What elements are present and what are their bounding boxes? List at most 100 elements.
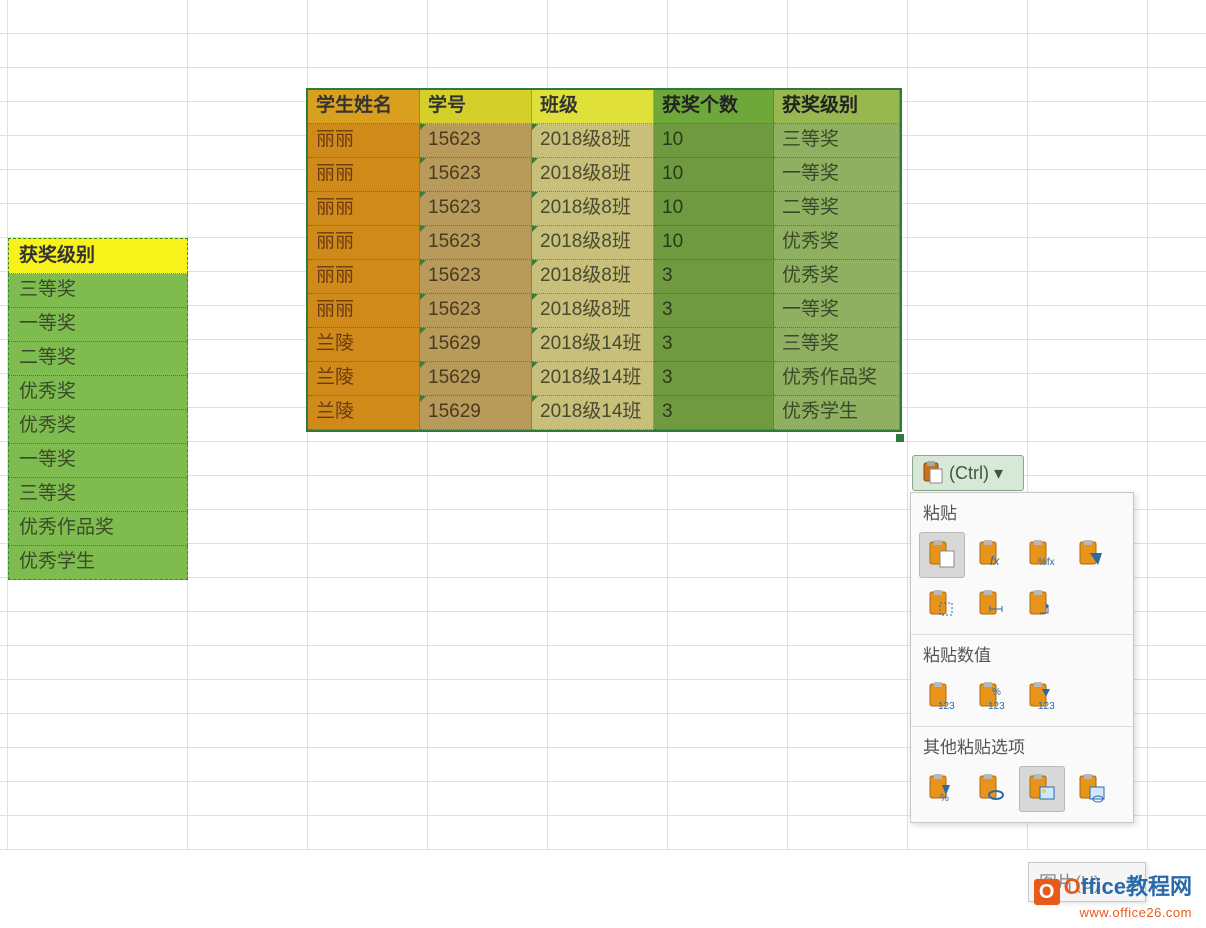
paste-values-123-icon[interactable]: 123 <box>919 674 965 720</box>
cell-cnt[interactable]: 10 <box>654 124 774 158</box>
cell-lvl[interactable]: 优秀奖 <box>774 226 900 260</box>
cell-name[interactable]: 丽丽 <box>308 226 420 260</box>
cell-id[interactable]: 15629 <box>420 396 532 430</box>
cell-name[interactable]: 丽丽 <box>308 158 420 192</box>
col-header-class[interactable]: 班级 <box>532 90 654 124</box>
paste-values-fmt-123-icon[interactable]: 123% <box>969 674 1015 720</box>
paste-special-icon[interactable]: % <box>919 766 965 812</box>
cell-cls[interactable]: 2018级8班 <box>532 192 654 226</box>
cell-lvl[interactable]: 一等奖 <box>774 294 900 328</box>
paste-fx-icon[interactable]: fx <box>969 532 1015 578</box>
cell-cls[interactable]: 2018级14班 <box>532 362 654 396</box>
cell-name[interactable]: 兰陵 <box>308 362 420 396</box>
table-row[interactable]: 兰陵156292018级14班3优秀学生 <box>308 396 900 430</box>
copied-cell[interactable]: 一等奖 <box>8 444 188 478</box>
copied-cell[interactable]: 二等奖 <box>8 342 188 376</box>
col-header-id[interactable]: 学号 <box>420 90 532 124</box>
pasted-table[interactable]: 学生姓名 学号 班级 获奖个数 获奖级别 丽丽156232018级8班10三等奖… <box>306 88 902 432</box>
cell-cnt[interactable]: 10 <box>654 192 774 226</box>
cell-lvl[interactable]: 优秀作品奖 <box>774 362 900 396</box>
copied-header-cell[interactable]: 获奖级别 <box>8 238 188 274</box>
cell-cls[interactable]: 2018级8班 <box>532 124 654 158</box>
paste-formatting-icon[interactable] <box>1069 532 1115 578</box>
cell-cls[interactable]: 2018级8班 <box>532 226 654 260</box>
copied-cell[interactable]: 优秀奖 <box>8 410 188 444</box>
cell-lvl[interactable]: 三等奖 <box>774 328 900 362</box>
svg-text:123: 123 <box>1038 701 1055 712</box>
cell-lvl[interactable]: 三等奖 <box>774 124 900 158</box>
paste-noborder-icon[interactable] <box>919 582 965 628</box>
paste-options-label: (Ctrl) ▾ <box>949 463 1003 484</box>
table-row[interactable]: 丽丽156232018级8班3一等奖 <box>308 294 900 328</box>
cell-id[interactable]: 15623 <box>420 226 532 260</box>
table-row[interactable]: 丽丽156232018级8班3优秀奖 <box>308 260 900 294</box>
cell-name[interactable]: 兰陵 <box>308 396 420 430</box>
col-header-name[interactable]: 学生姓名 <box>308 90 420 124</box>
cell-cls[interactable]: 2018级14班 <box>532 396 654 430</box>
paste-icon[interactable] <box>919 532 965 578</box>
cell-cnt[interactable]: 10 <box>654 226 774 260</box>
copied-cell[interactable]: 优秀学生 <box>8 546 188 580</box>
paste-colwidth-icon[interactable] <box>969 582 1015 628</box>
cell-name[interactable]: 丽丽 <box>308 294 420 328</box>
paste-picture-icon[interactable] <box>1019 766 1065 812</box>
cell-id[interactable]: 15623 <box>420 124 532 158</box>
cell-cnt[interactable]: 3 <box>654 396 774 430</box>
flyout-section-other: 其他粘贴选项 <box>911 726 1133 762</box>
paste-options-button[interactable]: (Ctrl) ▾ <box>912 455 1024 491</box>
cell-cnt[interactable]: 3 <box>654 362 774 396</box>
table-row[interactable]: 丽丽156232018级8班10三等奖 <box>308 124 900 158</box>
svg-text:%fx: %fx <box>1038 557 1055 568</box>
clipboard-icon <box>921 461 943 485</box>
copied-range[interactable]: 获奖级别 三等奖一等奖二等奖优秀奖优秀奖一等奖三等奖优秀作品奖优秀学生 <box>8 238 188 580</box>
cell-id[interactable]: 15623 <box>420 294 532 328</box>
cell-id[interactable]: 15623 <box>420 158 532 192</box>
selection-handle[interactable] <box>896 434 904 442</box>
paste-link-icon[interactable] <box>969 766 1015 812</box>
cell-cnt[interactable]: 10 <box>654 158 774 192</box>
cell-lvl[interactable]: 一等奖 <box>774 158 900 192</box>
copied-cell[interactable]: 优秀奖 <box>8 376 188 410</box>
cell-lvl[interactable]: 二等奖 <box>774 192 900 226</box>
cell-id[interactable]: 15629 <box>420 328 532 362</box>
cell-lvl[interactable]: 优秀学生 <box>774 396 900 430</box>
paste-pctfx-icon[interactable]: %fx <box>1019 532 1065 578</box>
cell-id[interactable]: 15623 <box>420 192 532 226</box>
svg-text:123: 123 <box>938 701 955 712</box>
cell-name[interactable]: 丽丽 <box>308 192 420 226</box>
table-row[interactable]: 兰陵156292018级14班3优秀作品奖 <box>308 362 900 396</box>
cell-cls[interactable]: 2018级8班 <box>532 294 654 328</box>
paste-linked-picture-icon[interactable] <box>1069 766 1115 812</box>
svg-text:%: % <box>940 793 949 804</box>
svg-text:fx: fx <box>990 554 1000 568</box>
cell-name[interactable]: 兰陵 <box>308 328 420 362</box>
col-header-count[interactable]: 获奖个数 <box>654 90 774 124</box>
cell-cnt[interactable]: 3 <box>654 260 774 294</box>
table-row[interactable]: 丽丽156232018级8班10一等奖 <box>308 158 900 192</box>
copied-cell[interactable]: 优秀作品奖 <box>8 512 188 546</box>
cell-id[interactable]: 15623 <box>420 260 532 294</box>
table-row[interactable]: 丽丽156232018级8班10优秀奖 <box>308 226 900 260</box>
cell-lvl[interactable]: 优秀奖 <box>774 260 900 294</box>
watermark: OOffice教程网 www.office26.com <box>1034 869 1192 920</box>
paste-transpose-icon[interactable] <box>1019 582 1065 628</box>
cell-cls[interactable]: 2018级8班 <box>532 260 654 294</box>
table-row[interactable]: 兰陵156292018级14班3三等奖 <box>308 328 900 362</box>
cell-cnt[interactable]: 3 <box>654 294 774 328</box>
cell-cls[interactable]: 2018级14班 <box>532 328 654 362</box>
copied-cell[interactable]: 三等奖 <box>8 274 188 308</box>
copied-cell[interactable]: 三等奖 <box>8 478 188 512</box>
cell-id[interactable]: 15629 <box>420 362 532 396</box>
flyout-section-paste: 粘贴 <box>911 493 1133 528</box>
table-row[interactable]: 丽丽156232018级8班10二等奖 <box>308 192 900 226</box>
paste-options-flyout: 粘贴 fx%fx 粘贴数值 123123%123 其他粘贴选项 % <box>910 492 1134 823</box>
cell-name[interactable]: 丽丽 <box>308 124 420 158</box>
cell-cls[interactable]: 2018级8班 <box>532 158 654 192</box>
paste-values-srcfmt-123-icon[interactable]: 123 <box>1019 674 1065 720</box>
copied-cell[interactable]: 一等奖 <box>8 308 188 342</box>
col-header-level[interactable]: 获奖级别 <box>774 90 900 124</box>
svg-text:123: 123 <box>988 701 1005 712</box>
flyout-section-values: 粘贴数值 <box>911 634 1133 670</box>
cell-name[interactable]: 丽丽 <box>308 260 420 294</box>
cell-cnt[interactable]: 3 <box>654 328 774 362</box>
